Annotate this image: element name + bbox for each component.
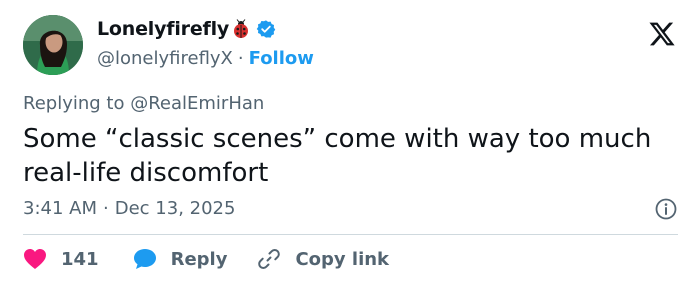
divider bbox=[23, 234, 678, 235]
avatar[interactable] bbox=[23, 15, 83, 75]
reply-bubble-icon bbox=[133, 248, 157, 270]
handle-separator: · bbox=[237, 48, 244, 69]
ladybug-icon bbox=[231, 19, 251, 39]
action-bar: 141 Reply Copy link bbox=[23, 247, 389, 271]
copy-link-button[interactable]: Copy link bbox=[257, 247, 389, 271]
like-count: 141 bbox=[61, 248, 99, 270]
timestamp-separator: · bbox=[103, 198, 109, 219]
replying-to: Replying to @RealEmirHan bbox=[23, 93, 264, 114]
reply-label: Reply bbox=[170, 248, 228, 270]
tweet-time: 3:41 AM bbox=[23, 198, 97, 219]
replying-mention[interactable]: @RealEmirHan bbox=[130, 93, 264, 114]
like-button[interactable]: 141 bbox=[23, 248, 99, 270]
heart-icon bbox=[23, 248, 47, 270]
reply-button[interactable]: Reply bbox=[133, 248, 228, 270]
x-logo-icon[interactable] bbox=[648, 20, 676, 48]
author-name-row: Lonelyfirefly bbox=[97, 18, 276, 40]
copy-link-label: Copy link bbox=[295, 248, 390, 270]
timestamp[interactable]: 3:41 AM · Dec 13, 2025 bbox=[23, 198, 235, 219]
author-handle[interactable]: @lonelyfireflyX bbox=[97, 48, 233, 69]
follow-button[interactable]: Follow bbox=[249, 48, 314, 69]
tweet-date: Dec 13, 2025 bbox=[114, 198, 236, 219]
author-display-name[interactable]: Lonelyfirefly bbox=[97, 18, 229, 40]
verified-badge-icon bbox=[256, 19, 276, 39]
link-icon bbox=[257, 247, 281, 271]
info-icon[interactable] bbox=[654, 197, 678, 221]
replying-prefix: Replying to bbox=[23, 93, 125, 114]
author-handle-row: @lonelyfireflyX · Follow bbox=[97, 48, 314, 69]
tweet-text: Some “classic scenes” come with way too … bbox=[23, 124, 652, 188]
